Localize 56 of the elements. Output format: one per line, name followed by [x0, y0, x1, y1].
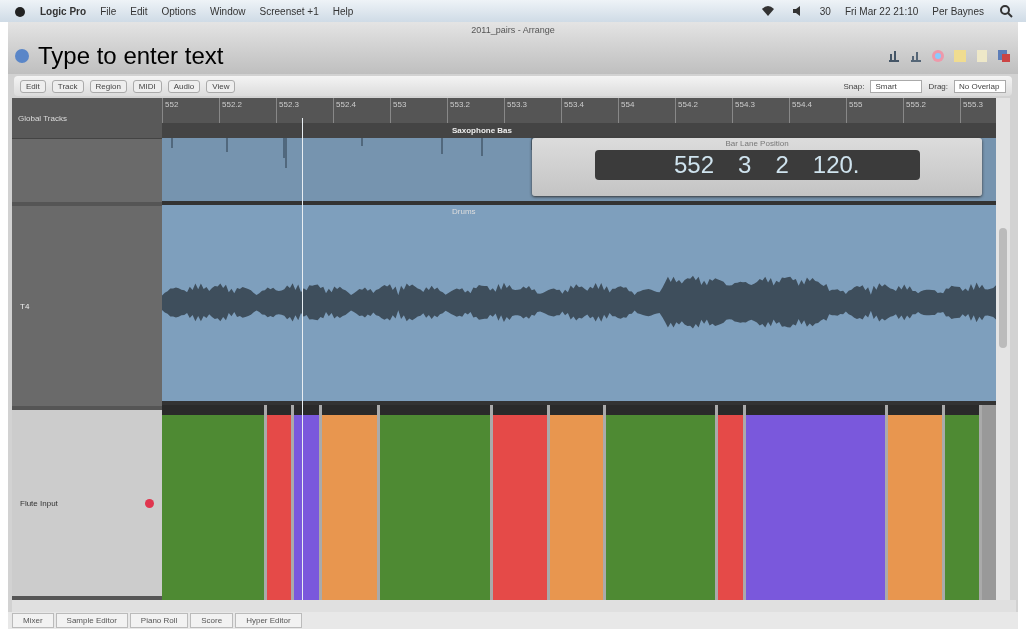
menu-item[interactable]: Logic Pro	[40, 5, 87, 17]
position-value: 120.	[812, 151, 860, 179]
midi-region[interactable]	[162, 405, 267, 600]
region-name: Drums	[452, 207, 476, 216]
menu-item[interactable]: Edit	[130, 5, 148, 17]
scrollbar-thumb[interactable]	[999, 228, 1007, 348]
toolbar-menu[interactable]: MIDI	[132, 79, 162, 93]
toolbar-menu[interactable]: View	[206, 79, 236, 93]
toolbar-menu[interactable]: Audio	[167, 79, 201, 93]
window-title: 2011_pairs - Arrange	[471, 25, 555, 35]
color-wheel-icon[interactable]	[930, 48, 946, 64]
annotation-text: Type to enter text	[38, 42, 224, 70]
midi-region[interactable]	[267, 405, 294, 600]
position-window-title: Bar Lane Position	[725, 138, 789, 150]
marker-label: Saxophone Bas	[452, 126, 512, 135]
midi-region[interactable]	[550, 405, 606, 600]
snap-dropdown[interactable]: Smart	[870, 79, 923, 93]
search-icon[interactable]	[998, 3, 1014, 19]
horizontal-scrollbar[interactable]	[12, 600, 1016, 612]
toolbar-menu[interactable]: Edit	[20, 79, 46, 93]
chart-icon[interactable]	[886, 48, 902, 64]
midi-region[interactable]	[380, 405, 493, 600]
editor-tab[interactable]: Piano Roll	[129, 613, 189, 628]
midi-region[interactable]	[493, 405, 550, 600]
position-value: 2	[775, 151, 789, 179]
global-tracks-label[interactable]: Global Tracks	[18, 113, 67, 123]
menu-item[interactable]: Help	[332, 5, 354, 17]
midi-region[interactable]	[945, 405, 982, 600]
menu-item[interactable]: File	[100, 5, 117, 17]
track-name: Flute Input	[20, 498, 58, 508]
record-button[interactable]	[145, 498, 154, 508]
menu-item[interactable]: Options	[161, 5, 196, 17]
midi-region[interactable]	[606, 405, 718, 600]
midi-region[interactable]	[718, 405, 746, 600]
status-text: 30	[819, 5, 831, 17]
editor-tab[interactable]: Sample Editor	[55, 613, 128, 628]
position-value: 3	[738, 151, 752, 179]
toolbar-menu[interactable]: Track	[51, 79, 84, 93]
menu-item[interactable]: Window	[209, 5, 246, 17]
editor-tab[interactable]: Hyper Editor	[235, 613, 302, 628]
status-text: Per Baynes	[932, 5, 984, 17]
midi-region[interactable]	[746, 405, 888, 600]
position-value: 552	[674, 151, 715, 179]
midi-region[interactable]	[888, 405, 945, 600]
toolbar-menu[interactable]: Region	[89, 79, 127, 93]
track-name: T4	[20, 301, 30, 311]
editor-tab[interactable]: Score	[190, 613, 234, 628]
midi-region[interactable]	[322, 405, 380, 600]
snap-label: Snap:	[843, 81, 865, 91]
track-header[interactable]: Flute Input	[12, 410, 162, 600]
status-text: Fri Mar 22 21:10	[844, 5, 919, 17]
drag-label: Drag:	[928, 81, 948, 91]
midi-region[interactable]	[294, 405, 322, 600]
menu-item[interactable]: Screenset +1	[259, 5, 319, 17]
drag-dropdown[interactable]: No Overlap	[954, 79, 1006, 93]
editor-tab[interactable]: Mixer	[12, 613, 54, 628]
